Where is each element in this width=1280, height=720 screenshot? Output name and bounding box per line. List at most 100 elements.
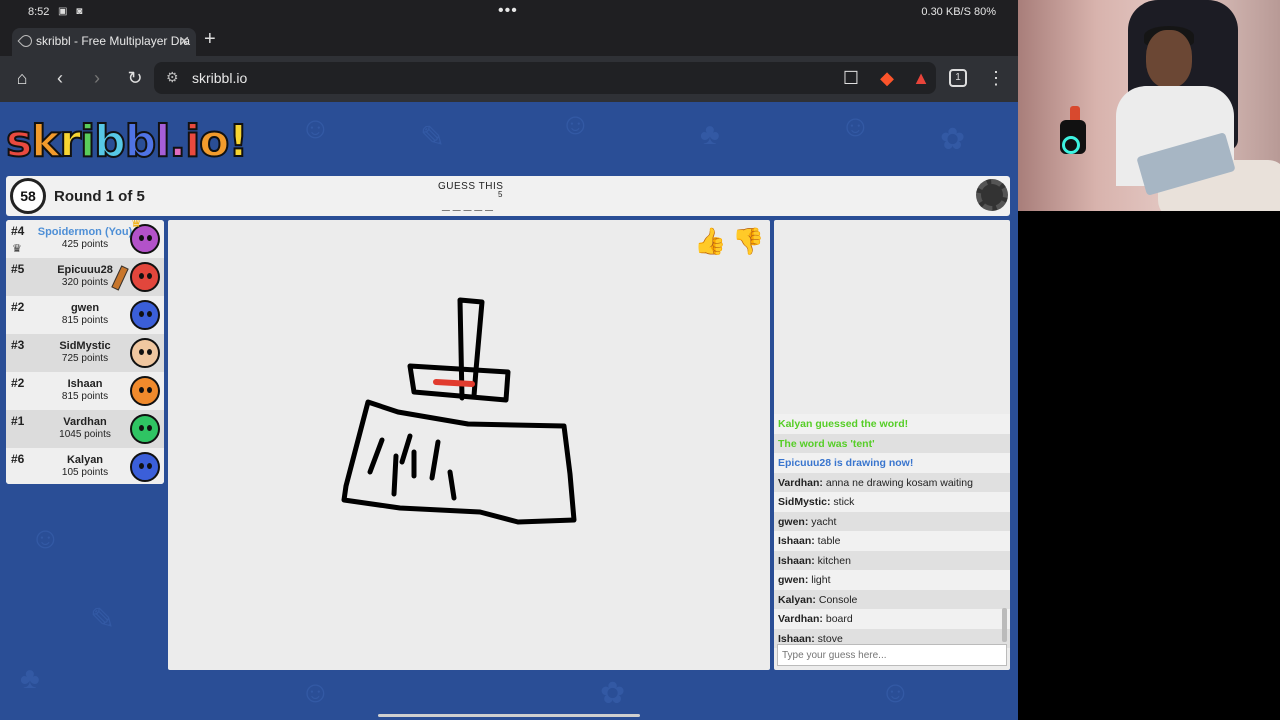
player-rank: #4 [11,224,25,238]
skribbl-logo: skribbl.io! [5,115,250,168]
home-icon[interactable]: ⌂ [11,68,33,88]
chat-text: stove [814,632,843,645]
chat-scrollbar[interactable] [1002,608,1007,642]
chat-username: Kalyan: [778,593,816,606]
player-name: gwen [70,302,100,314]
player-rank: #3 [11,338,25,352]
player-rank: #2 [11,300,25,314]
player-row[interactable]: #6 Kalyan 105 points [6,448,164,484]
system-message: Kalyan guessed the word! [778,418,909,430]
owner-crown-icon: ♛ [130,220,143,230]
skribbl-page: ☺ ✎ ☺ ♣ ☺ ✿ ☺ ✎ ♣ ☺ ✿ ☺ skribbl.io! 58 R… [0,102,1018,720]
logo-letter: ! [227,115,249,168]
chat-message: SidMystic: stick [774,492,1010,512]
player-row[interactable]: #4 Spoidermon (You) 425 points ♛ ♛ [6,220,164,258]
player-points: 425 points [61,239,109,250]
timer-clock: 58 [10,178,46,214]
chat-username: Vardhan: [778,476,823,489]
player-avatar [130,452,160,482]
bg-doodle-icon: ☺ [560,108,591,141]
chat-message: Ishaan: table [774,531,1010,551]
reload-icon[interactable]: ↻ [124,68,146,88]
player-avatar [130,338,160,368]
address-bar[interactable]: ⚙ skribbl.io [154,62,936,94]
menu-icon[interactable]: ⋮ [985,68,1007,88]
player-name: Spoidermon (You) [37,226,133,238]
thumbs-up-icon[interactable]: 👍 [694,226,726,256]
close-tab-icon[interactable]: ✕ [178,33,190,50]
bookmark-icon[interactable]: ☐ [840,68,862,88]
chat-message: Kalyan guessed the word! [774,414,1010,434]
new-tab-icon[interactable]: + [204,28,216,51]
brave-shield-icon[interactable]: ◆ [876,68,898,88]
player-avatar [130,262,160,292]
word-hint: _____ [442,196,496,212]
tab-count-button[interactable]: 1 [949,69,967,87]
chat-messages: Kalyan guessed the word! The word was 'te… [774,414,1010,648]
thumbs-down-icon[interactable]: 👎 [732,226,764,256]
site-settings-icon[interactable]: ⚙ [166,69,179,86]
status-time: 8:52 [28,6,50,18]
chat-username: Vardhan: [778,613,823,625]
webcam-overlay [1018,0,1280,211]
bg-doodle-icon: ♣ [700,118,720,151]
chat-text: yacht [808,515,837,528]
chat-message: Epicuuu28 is drawing now! [774,453,1010,473]
player-rank: #6 [11,452,25,466]
player-name: Kalyan [66,454,104,466]
browser-tab[interactable]: skribbl - Free Multiplayer Dra ✕ [12,28,196,56]
player-rank: #5 [11,262,25,276]
logo-letter: i [184,115,201,168]
player-list: #4 Spoidermon (You) 425 points ♛ ♛ #5 Epicuuu2… [6,220,164,484]
system-message: Epicuuu28 is drawing now! [778,457,914,469]
chat-text: light [808,574,831,586]
streamer-face [1146,30,1192,88]
rewards-icon[interactable]: ▲ [910,68,932,88]
bg-doodle-icon: ✎ [420,121,446,154]
player-row[interactable]: #2 Ishaan 815 points [6,372,164,410]
player-row[interactable]: #5 Epicuuu28 320 points [6,258,164,296]
more-dots-icon[interactable]: ••• [498,2,518,20]
tab-title: skribbl - Free Multiplayer Dra [36,34,191,48]
chat-panel: Kalyan guessed the word! The word was 'te… [774,220,1010,670]
chat-text: kitchen [814,554,851,567]
crown-icon: ♛ [12,243,22,255]
chat-message: gwen: yacht [774,511,1010,531]
chat-message: Vardhan: anna ne drawing kosam waiting [774,472,1010,492]
chat-username: SidMystic: [778,496,831,508]
chat-text: stick [830,496,855,508]
word-length: 5 [498,190,503,199]
player-name: Vardhan [63,416,107,428]
drawing-canvas[interactable]: 👍 👎 [168,220,770,670]
bg-doodle-icon: ☺ [880,676,911,709]
forward-icon[interactable]: › [86,68,108,88]
chat-text: board [822,613,853,625]
bg-doodle-icon: ✎ [90,603,116,636]
player-points: 815 points [61,391,109,402]
game-header: 58 Round 1 of 5 GUESS THIS 5 _____ [6,176,1010,216]
player-name: Ishaan [67,378,103,390]
browser-toolbar: ⌂ ‹ › ↻ ⚙ skribbl.io ☐ ◆ ▲ 1 ⋮ [0,56,1018,102]
gear-icon[interactable] [976,179,1008,211]
player-row[interactable]: #1 Vardhan 1045 points [6,410,164,448]
player-avatar [130,376,160,406]
player-avatar [130,414,160,444]
chat-message: gwen: light [774,570,1010,590]
chat-text: anna ne drawing kosam waiting [822,476,973,489]
player-avatar [130,300,160,330]
chat-username: Ishaan: [778,632,815,645]
chat-username: Ishaan: [778,535,815,547]
chat-username: gwen: [778,574,809,586]
player-row[interactable]: #3 SidMystic 725 points [6,334,164,372]
back-icon[interactable]: ‹ [49,68,71,88]
player-row[interactable]: #2 gwen 815 points [6,296,164,334]
logo-letter: k [30,115,61,168]
player-points: 725 points [61,353,109,364]
logo-letter: s [5,115,33,168]
system-message: The word was 'tent' [778,437,875,450]
drawing [341,297,577,525]
guess-input[interactable] [777,644,1007,666]
player-rank: #2 [11,376,25,390]
home-indicator[interactable] [378,714,640,717]
url-text: skribbl.io [192,70,248,86]
